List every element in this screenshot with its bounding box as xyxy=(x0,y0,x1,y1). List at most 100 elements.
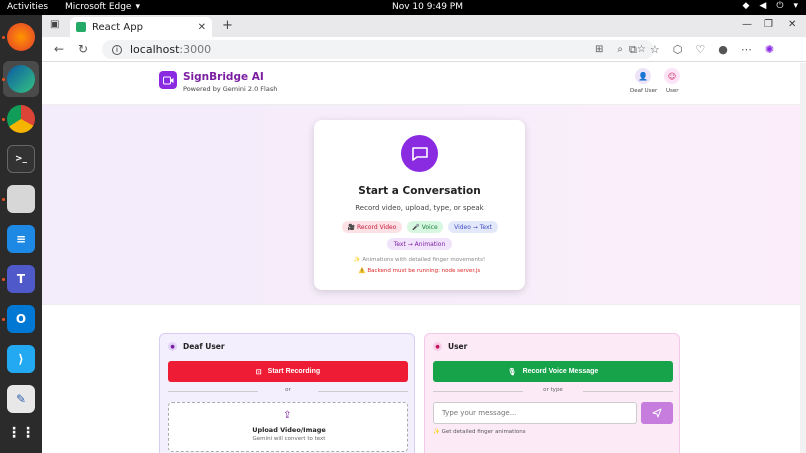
address-bar[interactable]: i localhost :3000 ⊞ ⌕ ☆ xyxy=(102,40,654,59)
chip-text-to-animation: Text → Animation xyxy=(387,238,452,250)
app-menu[interactable]: Microsoft Edge ▾ xyxy=(65,2,140,12)
more-options-icon[interactable]: ⋯ xyxy=(741,43,752,57)
start-recording-button[interactable]: ⊡ Start Recording xyxy=(168,361,408,382)
vscode-icon[interactable]: ⟩ xyxy=(7,345,35,373)
running-indicator xyxy=(2,318,5,321)
activities-button[interactable]: Activities xyxy=(7,2,48,12)
clock[interactable]: Nov 10 9:49 PM xyxy=(392,2,463,12)
brand-title: SignBridge AI xyxy=(183,71,264,83)
send-button[interactable] xyxy=(641,402,673,424)
app-header: SignBridge AI Powered by Gemini 2.0 Flas… xyxy=(42,63,800,105)
start-recording-label: Start Recording xyxy=(267,368,321,375)
terminal-icon[interactable]: >_ xyxy=(7,145,35,173)
files-icon[interactable] xyxy=(7,185,35,213)
running-indicator xyxy=(2,78,5,81)
volume-icon: ◀ xyxy=(759,1,767,11)
chip-video-to-text: Video → Text xyxy=(448,221,498,233)
minimize-icon[interactable]: — xyxy=(742,19,752,30)
or-label: or xyxy=(258,387,318,393)
web-page: SignBridge AI Powered by Gemini 2.0 Flas… xyxy=(42,63,800,453)
power-icon: ⏻ xyxy=(776,1,784,11)
logo-video-icon xyxy=(159,71,177,89)
tab-actions-icon[interactable]: ▣ xyxy=(50,19,59,30)
card-subtitle: Record video, upload, type, or speak xyxy=(355,204,484,212)
upload-icon: ⇪ xyxy=(283,410,292,421)
page-scrollbar[interactable] xyxy=(800,63,806,453)
running-indicator xyxy=(2,198,5,201)
deaf-panel-title: Deaf User xyxy=(183,342,225,351)
close-window-icon[interactable]: ✕ xyxy=(788,19,796,30)
favicon-icon xyxy=(76,22,86,32)
site-info-icon[interactable]: i xyxy=(112,44,122,55)
running-indicator xyxy=(2,36,5,39)
deaf-user-avatar-icon[interactable]: 👤 xyxy=(635,68,651,84)
animation-hint: ✨ Get detailed finger animations xyxy=(433,429,526,435)
restore-icon[interactable]: ❐ xyxy=(764,19,773,30)
app-available-icon[interactable]: ⊞ xyxy=(595,44,603,55)
user-avatar-icon[interactable]: ☺ xyxy=(664,68,680,84)
deaf-panel-header: ● Deaf User xyxy=(168,342,225,351)
record-voice-button[interactable]: 🎙 Record Voice Message xyxy=(433,361,673,382)
outlook-icon[interactable]: O xyxy=(7,305,35,333)
brand-tagline: Powered by Gemini 2.0 Flash xyxy=(183,85,278,93)
os-top-bar: Activities Microsoft Edge ▾ Nov 10 9:49 … xyxy=(0,0,806,15)
backend-warning: ⚠️ Backend must be running: node server.… xyxy=(358,268,481,274)
firefox-icon[interactable] xyxy=(7,23,35,51)
browser-window: ▣ React App ✕ + — ❐ ✕ ← ↻ i localhost :3… xyxy=(42,15,806,453)
close-tab-icon[interactable]: ✕ xyxy=(198,22,206,33)
user-panel-header: ● User xyxy=(433,342,467,351)
new-tab-icon[interactable]: + xyxy=(222,18,233,33)
extensions-icon[interactable]: ⧉ xyxy=(629,43,637,57)
running-indicator xyxy=(2,278,5,281)
dock: >_ ≡ T O ⟩ ✎ ⋮⋮ xyxy=(0,15,42,453)
teams-icon[interactable]: T xyxy=(7,265,35,293)
text-editor-icon[interactable]: ✎ xyxy=(7,385,35,413)
user-panel: ● User 🎙 Record Voice Message or type ✨ … xyxy=(424,333,680,453)
edge-app-label: Microsoft Edge xyxy=(65,2,132,12)
url-port: :3000 xyxy=(179,43,212,56)
card-title: Start a Conversation xyxy=(358,185,481,197)
writer-icon[interactable]: ≡ xyxy=(7,225,35,253)
animations-note: ✨ Animations with detailed finger moveme… xyxy=(353,257,486,263)
tab-title: React App xyxy=(92,21,143,33)
chevron-down-icon: ▾ xyxy=(135,2,140,12)
profile-avatar-icon[interactable]: ● xyxy=(718,43,728,57)
favorites-icon[interactable]: ☆ xyxy=(650,43,660,57)
chat-bubble-icon xyxy=(401,135,438,172)
deaf-user-panel: ● Deaf User ⊡ Start Recording or ⇪ Uploa… xyxy=(159,333,415,453)
start-conversation-card: Start a Conversation Record video, uploa… xyxy=(314,120,525,290)
tab-react-app[interactable]: React App ✕ xyxy=(70,17,212,37)
zoom-icon[interactable]: ⌕ xyxy=(617,44,623,55)
refresh-icon[interactable]: ↻ xyxy=(78,42,88,56)
record-voice-label: Record Voice Message xyxy=(522,368,599,375)
message-input[interactable] xyxy=(433,402,637,424)
camera-icon: ⊡ xyxy=(255,368,262,376)
network-icon: ◆ xyxy=(742,1,750,11)
chevron-down-icon: ▾ xyxy=(793,1,798,11)
upload-subtitle: Gemini will convert to text xyxy=(252,436,326,442)
address-toolbar: ← ↻ i localhost :3000 ⊞ ⌕ ☆ ⧉ ☆ ⬡ ♡ ● ⋯ … xyxy=(42,37,806,62)
app-grid-icon[interactable]: ⋮⋮ xyxy=(7,419,35,447)
or-type-label: or type xyxy=(523,387,583,393)
hero-section: Start a Conversation Record video, uploa… xyxy=(42,105,800,305)
upload-dropzone[interactable]: ⇪ Upload Video/Image Gemini will convert… xyxy=(168,402,408,452)
workspaces-icon[interactable]: ⬡ xyxy=(673,43,683,57)
upload-title: Upload Video/Image xyxy=(252,426,326,434)
edge-icon[interactable] xyxy=(7,65,35,93)
send-icon xyxy=(652,408,662,418)
url-host: localhost xyxy=(130,43,180,56)
chrome-icon[interactable] xyxy=(7,105,35,133)
back-icon[interactable]: ← xyxy=(54,42,64,56)
microphone-icon: 🎙 xyxy=(507,368,517,376)
person-icon: ● xyxy=(168,342,177,351)
person-icon: ● xyxy=(433,342,442,351)
user-label: User xyxy=(666,88,679,94)
chip-voice: 🎤 Voice xyxy=(407,221,443,233)
tab-bar: ▣ React App ✕ + — ❐ ✕ xyxy=(42,15,806,37)
deaf-user-label: Deaf User xyxy=(630,88,658,94)
browser-essentials-icon[interactable]: ♡ xyxy=(695,43,705,57)
copilot-icon[interactable]: ✺ xyxy=(765,43,774,57)
user-panel-title: User xyxy=(448,342,468,351)
toolbar-icons: ⧉ ☆ ⬡ ♡ ● ⋯ ✺ xyxy=(629,43,774,57)
system-tray[interactable]: ◆ ◀ ⏻ ▾ xyxy=(743,1,799,11)
